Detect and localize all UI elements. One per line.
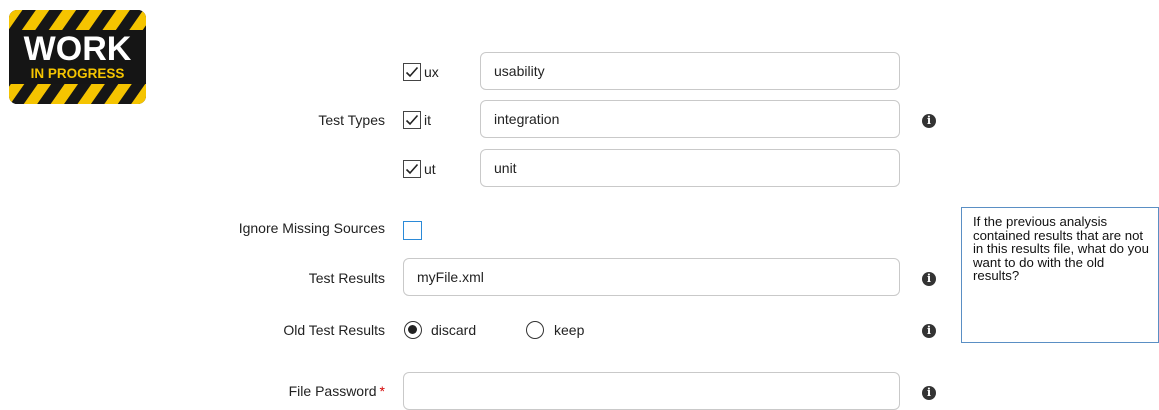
info-icon[interactable]: i <box>922 114 936 128</box>
info-icon[interactable]: i <box>922 386 936 400</box>
file-password-input[interactable] <box>403 372 900 410</box>
radio-keep[interactable] <box>526 321 544 339</box>
work-in-progress-logo: WORK IN PROGRESS <box>9 10 146 104</box>
ux-value-input[interactable]: usability <box>480 52 900 90</box>
logo-line-1: WORK <box>23 30 132 68</box>
radio-keep-label: keep <box>554 322 585 338</box>
checkbox-ut-label: ut <box>424 161 436 177</box>
ignore-missing-sources-label: Ignore Missing Sources <box>238 220 385 236</box>
ignore-missing-sources-checkbox[interactable] <box>403 221 422 240</box>
radio-discard-label: discard <box>431 322 477 338</box>
radio-selected-dot <box>408 325 417 334</box>
checkbox-ut[interactable] <box>403 160 421 178</box>
info-icon[interactable]: i <box>922 272 936 286</box>
logo-line-2: IN PROGRESS <box>30 66 125 81</box>
ut-value-input[interactable]: unit <box>480 149 900 187</box>
help-tooltip: If the previous analysis contained resul… <box>961 207 1159 343</box>
radio-discard[interactable] <box>404 321 422 339</box>
check-icon <box>405 66 419 78</box>
test-types-label: Test Types <box>318 112 385 128</box>
required-marker: * <box>379 383 385 399</box>
checkbox-ux-label: ux <box>424 64 439 80</box>
checkbox-it-label: it <box>424 112 431 128</box>
it-value-input[interactable]: integration <box>480 100 900 138</box>
logo-text: WORK IN PROGRESS <box>9 30 146 84</box>
test-results-label: Test Results <box>308 270 385 286</box>
checkbox-ux[interactable] <box>403 63 421 81</box>
checkbox-it[interactable] <box>403 111 421 129</box>
test-results-input[interactable]: myFile.xml <box>403 258 900 296</box>
file-password-label-text: File Password <box>288 383 377 399</box>
check-icon <box>405 163 419 175</box>
check-icon <box>405 114 419 126</box>
info-icon[interactable]: i <box>922 324 936 338</box>
file-password-label: File Password * <box>289 383 385 399</box>
old-test-results-label: Old Test Results <box>283 322 385 338</box>
